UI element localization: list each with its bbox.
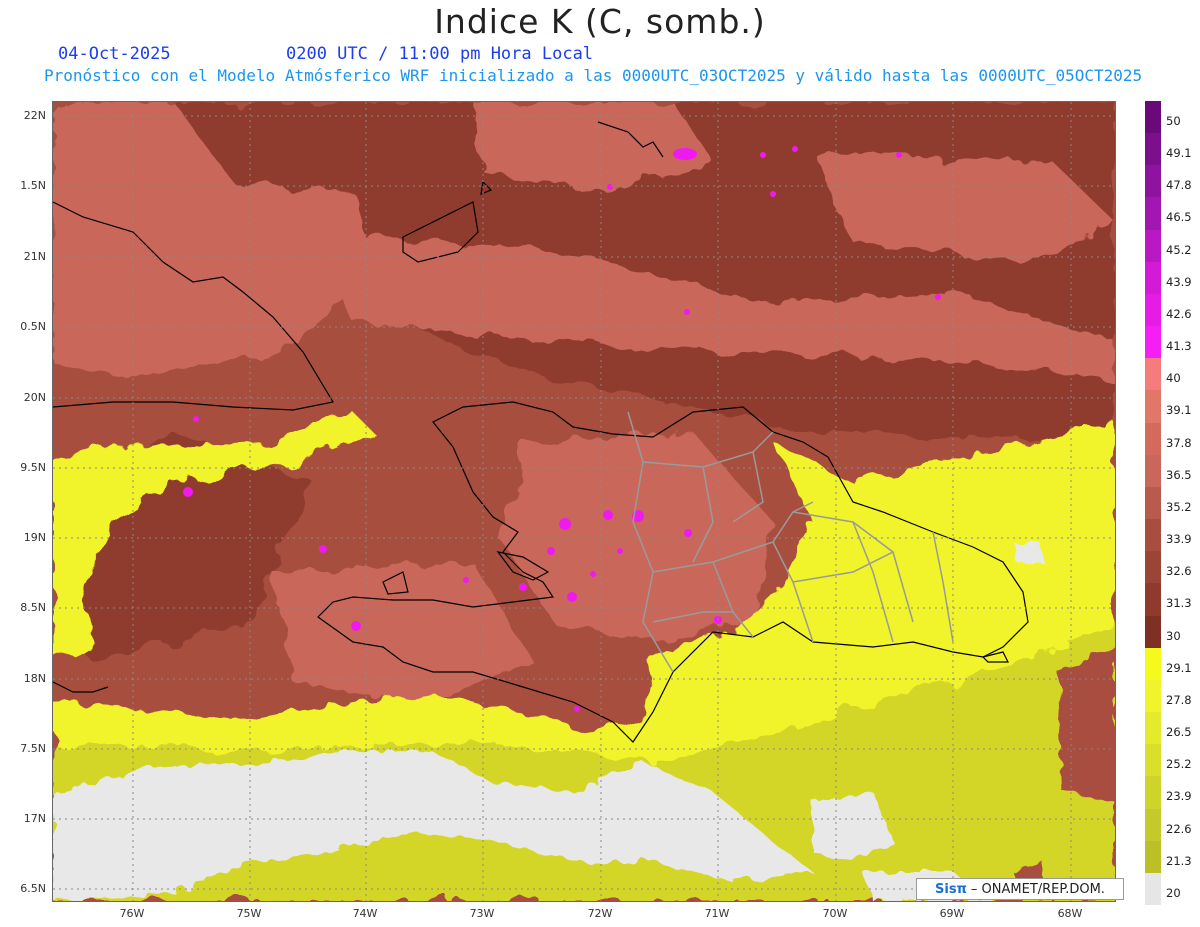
- lat-label: 6.5N: [20, 882, 46, 895]
- colorbar-label: 21.3: [1166, 853, 1192, 868]
- lat-label: 20N: [23, 391, 46, 404]
- colorbar-swatch: [1145, 358, 1161, 391]
- lat-label: 0.5N: [20, 320, 46, 333]
- colorbar-label: 40: [1166, 371, 1181, 386]
- lon-label: 73W: [469, 907, 495, 920]
- lon-label: 68W: [1057, 907, 1083, 920]
- colorbar-label: 36.5: [1166, 467, 1192, 482]
- colorbar-swatch: [1145, 229, 1161, 263]
- colorbar-label: 35.2: [1166, 499, 1192, 514]
- colorbar-swatch: [1145, 454, 1161, 488]
- colorbar-label: 20: [1166, 885, 1181, 900]
- colorbar-swatch: [1145, 326, 1161, 359]
- lat-label: 1.5N: [20, 179, 46, 192]
- forecast-description: Pronóstico con el Modelo Atmósferico WRF…: [44, 66, 1143, 85]
- colorbar-swatch: [1145, 776, 1161, 810]
- colorbar-label: 49.1: [1166, 146, 1192, 161]
- colorbar-label: 27.8: [1166, 692, 1192, 707]
- colorbar-label: 26.5: [1166, 725, 1192, 740]
- map-canvas: [53, 102, 1115, 901]
- lon-label: 75W: [236, 907, 262, 920]
- colorbar-label: 39.1: [1166, 403, 1192, 418]
- colorbar-swatch: [1145, 808, 1161, 842]
- lon-label: 71W: [704, 907, 730, 920]
- lat-label: 8.5N: [20, 601, 46, 614]
- colorbar-swatch: [1145, 583, 1161, 617]
- k-index-map: [52, 101, 1116, 902]
- lat-label: 21N: [23, 250, 46, 263]
- colorbar-swatch: [1145, 840, 1161, 874]
- lat-label: 7.5N: [20, 742, 46, 755]
- colorbar-swatch: [1145, 165, 1161, 198]
- colorbar-swatch: [1145, 422, 1161, 456]
- colorbar-swatch: [1145, 197, 1161, 231]
- colorbar-swatch: [1145, 101, 1161, 134]
- lat-label: 19N: [23, 531, 46, 544]
- colorbar-swatch: [1145, 390, 1161, 424]
- colorbar-label: 31.3: [1166, 596, 1192, 611]
- colorbar-swatch: [1145, 679, 1161, 713]
- lon-label: 76W: [119, 907, 145, 920]
- lon-label: 70W: [822, 907, 848, 920]
- colorbar-swatch: [1145, 647, 1161, 681]
- colorbar-swatch: [1145, 261, 1161, 295]
- colorbar-label: 42.6: [1166, 306, 1192, 321]
- credit-text: – ONAMET/REP.DOM.: [970, 881, 1105, 897]
- map-title: Indice K (C, somb.): [434, 2, 766, 41]
- lat-label: 17N: [23, 812, 46, 825]
- colorbar-swatch: [1145, 615, 1161, 649]
- colorbar-swatch: [1145, 872, 1161, 906]
- lat-label: 18N: [23, 672, 46, 685]
- lon-label: 74W: [352, 907, 378, 920]
- colorbar: [1145, 101, 1161, 906]
- colorbar-swatch: [1145, 133, 1161, 166]
- colorbar-label: 33.9: [1166, 532, 1192, 547]
- colorbar-swatch: [1145, 519, 1161, 552]
- colorbar-label: 29.1: [1166, 660, 1192, 675]
- lat-label: 22N: [23, 109, 46, 122]
- colorbar-swatch: [1145, 744, 1161, 777]
- colorbar-swatch: [1145, 712, 1161, 745]
- colorbar-label: 45.2: [1166, 242, 1192, 257]
- colorbar-label: 50: [1166, 114, 1181, 128]
- colorbar-label: 46.5: [1166, 210, 1192, 225]
- colorbar-label: 47.8: [1166, 178, 1192, 193]
- colorbar-label: 37.8: [1166, 435, 1192, 450]
- colorbar-label: 43.9: [1166, 274, 1192, 289]
- colorbar-label: 25.2: [1166, 757, 1192, 772]
- colorbar-swatch: [1145, 551, 1161, 584]
- colorbar-label: 32.6: [1166, 564, 1192, 579]
- credit-box: Sisπ – ONAMET/REP.DOM.: [916, 878, 1124, 900]
- colorbar-label: 41.3: [1166, 339, 1192, 354]
- colorbar-label: 22.6: [1166, 821, 1192, 836]
- colorbar-label: 23.9: [1166, 789, 1192, 804]
- forecast-date: 04-Oct-2025: [58, 44, 171, 64]
- forecast-time: 0200 UTC / 11:00 pm Hora Local: [286, 44, 594, 64]
- colorbar-swatch: [1145, 486, 1161, 520]
- lon-label: 72W: [587, 907, 613, 920]
- colorbar-swatch: [1145, 293, 1161, 327]
- lat-label: 9.5N: [20, 461, 46, 474]
- credit-brand: Sisπ: [935, 881, 967, 897]
- lon-label: 69W: [939, 907, 965, 920]
- colorbar-label: 30: [1166, 628, 1181, 643]
